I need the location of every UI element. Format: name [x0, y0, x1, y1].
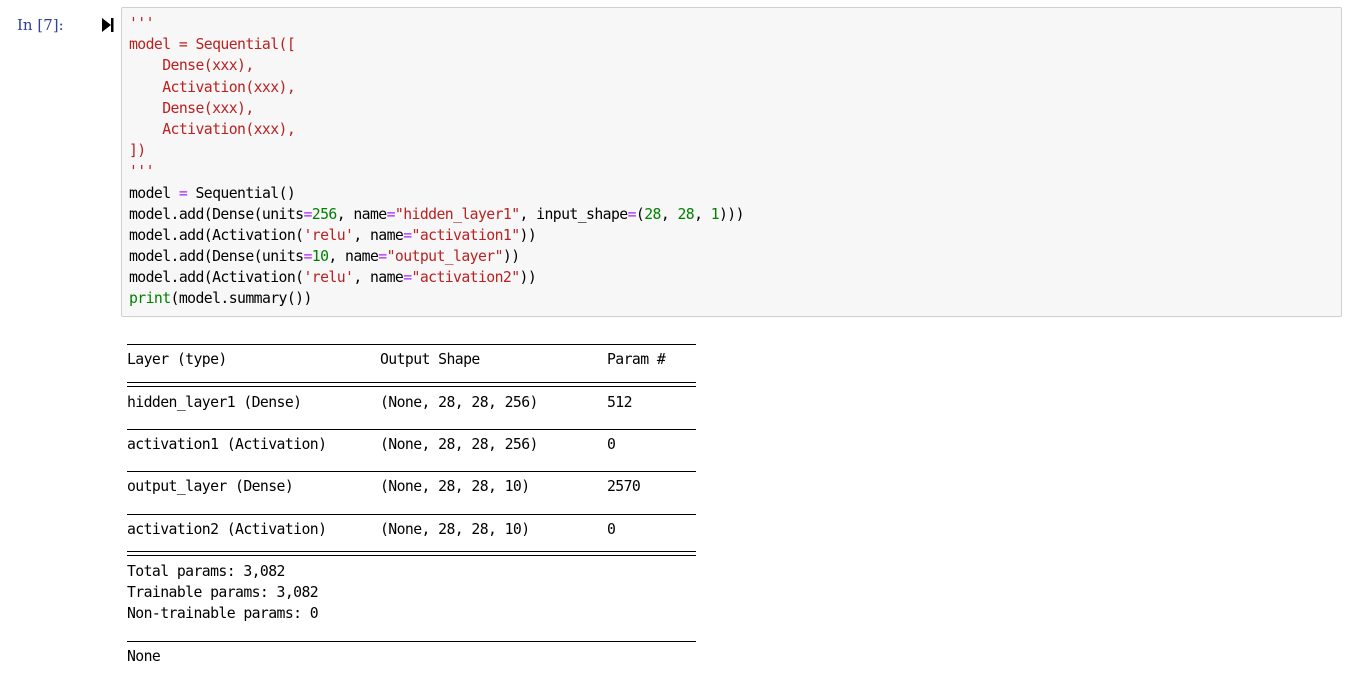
table-row: hidden_layer1 (Dense) (None, 28, 28, 256)… [127, 392, 696, 413]
code-line: model = Sequential([ [129, 34, 744, 55]
total-params: Total params: 3,082 [127, 563, 285, 581]
cell-output: Layer (type) Output Shape Param # hidden_la… [127, 328, 696, 667]
code-line: ]) [129, 140, 744, 161]
code-token: = [403, 226, 412, 244]
code-token: )) [519, 226, 537, 244]
row-shape: (None, 28, 28, 10) [380, 520, 530, 538]
code-token: , name [328, 248, 379, 266]
code-token: , [660, 205, 678, 223]
table-row: activation2 (Activation) (None, 28, 28, 1… [127, 519, 696, 540]
code-token: model.add(Activation( [129, 226, 304, 244]
code-token: "output_layer" [386, 248, 504, 266]
code-line: Dense(xxx), [129, 55, 744, 76]
non-trainable-params: Non-trainable params: 0 [127, 605, 319, 623]
code-text[interactable]: ''' model = Sequential([ Dense(xxx), Acti… [129, 13, 745, 310]
code-token: )) [502, 248, 520, 266]
code-token: = [378, 248, 387, 266]
summary-rule [127, 455, 696, 476]
code-token: 28 [644, 205, 661, 223]
row-shape: (None, 28, 28, 256) [380, 435, 538, 453]
code-token: ))) [719, 205, 745, 223]
code-token: "hidden_layer1" [394, 205, 520, 223]
code-line: model.add(Dense(units=256, name="hidden_… [129, 204, 745, 225]
code-token: "activation2" [411, 269, 521, 287]
row-shape: (None, 28, 28, 256) [380, 393, 538, 411]
summary-header: Layer (type) Output Shape Param # [127, 349, 696, 370]
code-token: ( [635, 205, 645, 223]
code-token: 'relu' [303, 269, 354, 287]
code-editor[interactable]: ''' model = Sequential([ Dense(xxx), Acti… [121, 7, 1342, 317]
code-token: = [627, 205, 637, 223]
row-layer: activation1 (Activation) [127, 435, 327, 453]
table-row: output_layer (Dense) (None, 28, 28, 10) 25… [127, 476, 696, 497]
code-token: Dense(xxx), [129, 57, 254, 75]
code-token: 'relu' [303, 226, 354, 244]
code-token: Activation(xxx), [129, 120, 296, 138]
code-line: model = Sequential() [129, 183, 744, 204]
summary-rule [127, 498, 696, 519]
code-token: 10 [311, 248, 329, 266]
code-token: ]) [129, 142, 146, 160]
code-token: model.add(Dense(units [129, 248, 304, 266]
code-token: )) [519, 269, 537, 287]
code-token: , input_shape [519, 205, 629, 223]
row-layer: hidden_layer1 (Dense) [127, 393, 302, 411]
code-token: Sequential() [187, 184, 296, 202]
header-params: Param # [607, 351, 666, 369]
run-cell-icon[interactable] [102, 17, 114, 33]
row-params: 512 [607, 393, 633, 411]
summary-double-rule [127, 540, 696, 561]
trainable-params: Trainable params: 3,082 [127, 584, 319, 602]
code-line: print(model.summary()) [129, 288, 744, 309]
row-params: 2570 [607, 478, 641, 496]
summary-double-rule [127, 370, 696, 391]
code-line: model.add(Activation('relu', name="activ… [129, 225, 744, 246]
code-token: print [129, 290, 171, 308]
code-token: , name [353, 226, 404, 244]
code-line: Activation(xxx), [129, 119, 744, 140]
code-token: = [178, 184, 188, 202]
code-token: 28 [677, 205, 695, 223]
code-token: 256 [311, 205, 338, 223]
code-token: (model.summary()) [170, 290, 313, 308]
code-token: Dense(xxx), [129, 99, 254, 117]
code-token: model.add(Activation( [129, 269, 304, 287]
code-line: model.add(Dense(units=10, name="output_l… [129, 246, 744, 267]
row-params: 0 [607, 435, 616, 453]
code-token: = [303, 248, 312, 266]
header-layer: Layer (type) [127, 351, 227, 369]
code-token: , [694, 205, 711, 223]
code-token: , name [353, 269, 404, 287]
header-shape: Output Shape [380, 351, 480, 369]
code-token: ''' [129, 163, 155, 181]
code-token: = [403, 269, 412, 287]
code-token: , name [336, 205, 387, 223]
print-result: None [127, 647, 161, 665]
code-token: Activation(xxx), [129, 78, 296, 96]
row-layer: activation2 (Activation) [127, 520, 327, 538]
summary-rule [127, 328, 696, 349]
code-token: = [303, 205, 312, 223]
code-token: = [386, 205, 396, 223]
input-prompt: In [7]: [17, 16, 64, 34]
code-line: model.add(Activation('relu', name="activ… [129, 267, 744, 288]
code-token: model = Sequential([ [129, 36, 296, 54]
code-token: ''' [129, 15, 155, 32]
code-token: model [129, 184, 179, 202]
code-line: Dense(xxx), [129, 98, 744, 119]
code-token: "activation1" [411, 226, 521, 244]
table-row: activation1 (Activation) (None, 28, 28, 2… [127, 434, 696, 455]
row-shape: (None, 28, 28, 10) [380, 478, 530, 496]
summary-rule [127, 413, 696, 434]
row-params: 0 [607, 520, 616, 538]
code-line: ''' [129, 161, 744, 182]
row-layer: output_layer (Dense) [127, 478, 294, 496]
code-line: ''' [129, 13, 744, 34]
summary-rule [127, 625, 696, 646]
code-line: Activation(xxx), [129, 77, 744, 98]
code-token: model.add(Dense(units [129, 205, 304, 223]
code-token: 1 [710, 205, 720, 223]
